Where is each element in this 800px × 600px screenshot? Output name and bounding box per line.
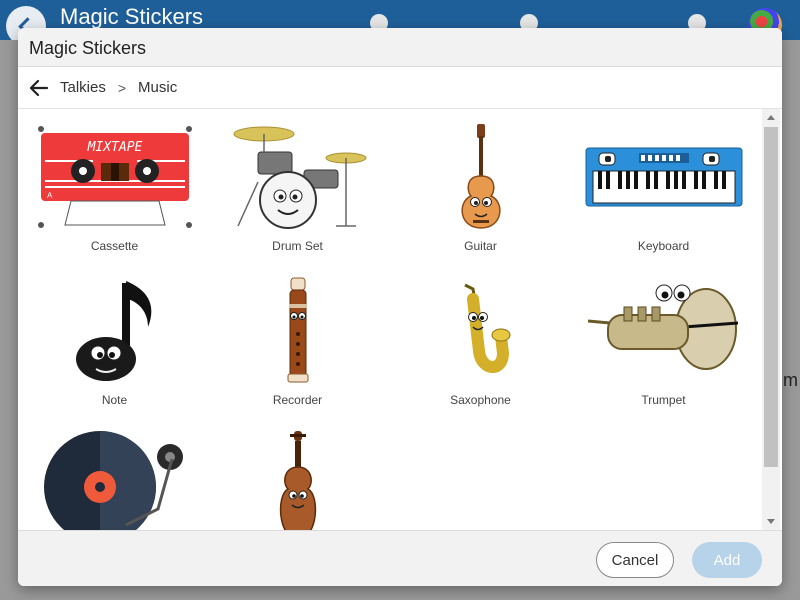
sticker-label: Cassette (90, 239, 139, 253)
sticker-guitar[interactable]: Guitar (389, 121, 572, 275)
dialog-title: Magic Stickers (29, 38, 147, 58)
turntable-icon (43, 431, 183, 530)
back-button[interactable] (28, 77, 50, 99)
dialog-header: Magic Stickers (18, 28, 782, 67)
breadcrumb-separator: > (117, 79, 127, 96)
violin-icon (279, 431, 316, 530)
drum-set-icon (233, 126, 366, 229)
cancel-button[interactable]: Cancel (596, 542, 674, 578)
sticker-label: Recorder (272, 393, 323, 407)
sticker-cassette[interactable]: MIXTAPE A Cassette (23, 121, 206, 275)
sticker-violin[interactable] (206, 429, 389, 530)
sticker-label: Keyboard (637, 239, 690, 253)
app-title: Magic Stickers (60, 4, 204, 29)
cassette-side-text: A (47, 191, 53, 200)
sticker-grid-viewport: MIXTAPE A Cassette Drum Set Guitar Keybo… (18, 109, 762, 530)
scroll-thumb[interactable] (764, 127, 778, 467)
sticker-recorder[interactable]: Recorder (206, 275, 389, 429)
sticker-drum-set[interactable]: Drum Set (206, 121, 389, 275)
music-note-icon (75, 281, 151, 381)
magic-stickers-dialog: Magic Stickers Talkies > Music MIXTAPE A… (18, 28, 782, 586)
cassette-icon: MIXTAPE A (37, 126, 192, 228)
sticker-label: Note (101, 393, 128, 407)
dialog-footer: Cancel Add (18, 530, 782, 586)
scroll-up-icon[interactable] (767, 115, 775, 120)
sticker-saxophone[interactable]: Saxophone (389, 275, 572, 429)
recorder-icon (287, 277, 308, 383)
breadcrumb-item-music: Music (138, 79, 178, 96)
sticker-keyboard[interactable]: Keyboard (572, 121, 755, 275)
trumpet-icon (587, 284, 738, 370)
sticker-label: Trumpet (641, 393, 686, 407)
cassette-label-text: MIXTAPE (86, 140, 142, 155)
scroll-down-icon[interactable] (767, 519, 775, 524)
sticker-label: Guitar (464, 239, 497, 253)
partial-text-glyph: m (783, 370, 798, 390)
sticker-label: Saxophone (450, 393, 511, 407)
sticker-note[interactable]: Note (23, 275, 206, 429)
sticker-turntable[interactable] (23, 429, 206, 530)
breadcrumb-item-talkies[interactable]: Talkies (60, 79, 106, 96)
guitar-icon (460, 124, 501, 229)
sticker-grid: MIXTAPE A Cassette Drum Set Guitar Keybo… (18, 109, 762, 530)
sticker-label: Drum Set (272, 239, 323, 253)
arrow-left-icon (29, 79, 49, 96)
add-button[interactable]: Add (692, 542, 762, 578)
sticker-trumpet[interactable]: Trumpet (572, 275, 755, 429)
breadcrumb: Talkies > Music (18, 67, 782, 109)
saxophone-icon (463, 283, 510, 373)
grid-scrollbar[interactable] (762, 109, 780, 530)
keyboard-icon (585, 147, 742, 207)
